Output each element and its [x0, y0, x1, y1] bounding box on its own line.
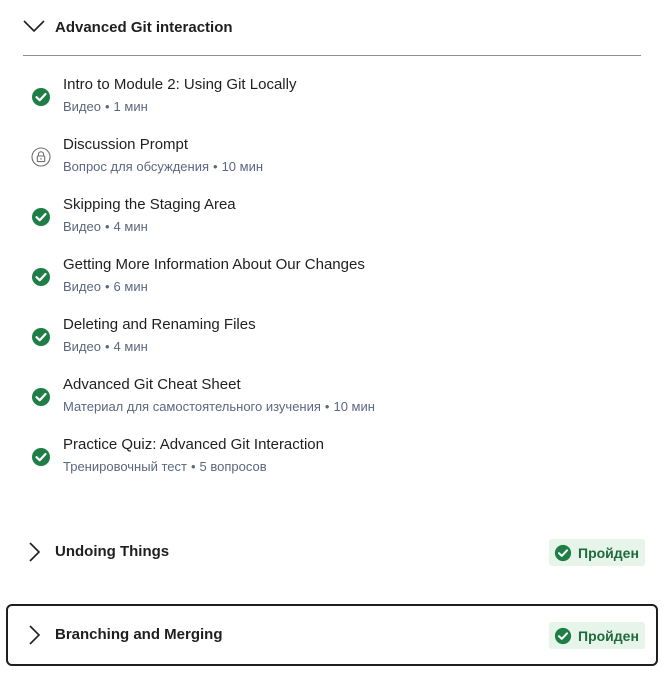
lesson-duration: 1 мин	[113, 99, 148, 114]
check-circle-icon	[32, 448, 50, 466]
chevron-right-icon	[29, 625, 41, 645]
separator: •	[104, 279, 110, 294]
check-circle-icon	[32, 328, 50, 346]
lesson-meta: Тренировочный тест • 5 вопросов	[63, 459, 267, 474]
separator: •	[104, 99, 110, 114]
lesson-meta: Видео • 6 мин	[63, 279, 148, 294]
lesson-type: Видео	[63, 339, 101, 354]
chevron-down-icon	[23, 20, 45, 33]
lesson-title: Advanced Git Cheat Sheet	[63, 376, 241, 393]
separator: •	[324, 399, 330, 414]
module-title: Undoing Things	[55, 543, 170, 560]
lock-icon	[31, 147, 51, 167]
lesson-type: Тренировочный тест	[63, 459, 187, 474]
status-badge: Пройден	[549, 622, 645, 649]
status-badge-label: Пройден	[578, 627, 639, 644]
lesson-duration: 4 мин	[113, 339, 148, 354]
lesson-duration: 6 мин	[113, 279, 148, 294]
section-header[interactable]: Advanced Git interaction	[23, 0, 641, 56]
lesson-meta: Видео • 1 мин	[63, 99, 148, 114]
lesson-meta: Материал для самостоятельного изучения • 1…	[63, 399, 375, 414]
check-circle-icon	[32, 88, 50, 106]
lesson-title: Skipping the Staging Area	[63, 196, 236, 213]
lesson-title: Discussion Prompt	[63, 136, 189, 153]
section-title: Advanced Git interaction	[55, 19, 233, 36]
lesson-item[interactable]: Getting More Information About Our Chang…	[23, 256, 623, 312]
check-circle-icon	[32, 208, 50, 226]
lesson-title: Deleting and Renaming Files	[63, 316, 256, 333]
check-circle-icon	[554, 544, 572, 561]
module-undoing-things[interactable]: Undoing Things Пройден	[23, 534, 645, 570]
separator: •	[104, 219, 110, 234]
module-branching-and-merging[interactable]: Branching and Merging Пройден	[6, 604, 658, 666]
status-badge-label: Пройден	[578, 544, 639, 561]
lesson-item[interactable]: Deleting and Renaming Files Видео • 4 мин	[23, 316, 623, 372]
separator: •	[104, 339, 110, 354]
lesson-meta: Видео • 4 мин	[63, 219, 148, 234]
check-circle-icon	[32, 268, 50, 286]
lesson-item[interactable]: Skipping the Staging Area Видео • 4 мин	[23, 196, 623, 252]
separator: •	[213, 159, 218, 174]
lesson-title: Practice Quiz: Advanced Git Interaction	[63, 436, 324, 453]
lesson-item[interactable]: Practice Quiz: Advanced Git Interaction …	[23, 436, 623, 492]
lesson-item[interactable]: Advanced Git Cheat Sheet Материал для са…	[23, 376, 623, 432]
check-circle-icon	[32, 388, 50, 406]
lesson-title: Getting More Information About Our Chang…	[63, 256, 365, 273]
lesson-type: Материал для самостоятельного изучения	[63, 399, 321, 414]
lesson-duration: 5 вопросов	[199, 459, 267, 474]
lesson-type: Вопрос для обсуждения	[63, 159, 210, 174]
lesson-item[interactable]: Discussion Prompt Вопрос для обсуждения •…	[23, 136, 623, 192]
status-badge: Пройден	[549, 539, 645, 566]
lesson-item[interactable]: Intro to Module 2: Using Git Locally Вид…	[23, 76, 623, 132]
check-circle-icon	[554, 627, 572, 644]
lesson-type: Видео	[63, 99, 101, 114]
lesson-meta: Вопрос для обсуждения • 10 мин	[63, 159, 263, 174]
module-title: Branching and Merging	[55, 626, 223, 643]
lesson-type: Видео	[63, 279, 101, 294]
lesson-duration: 10 мин	[333, 399, 375, 414]
lesson-duration: 4 мин	[113, 219, 148, 234]
lesson-type: Видео	[63, 219, 101, 234]
lesson-title: Intro to Module 2: Using Git Locally	[63, 76, 297, 93]
chevron-right-icon	[29, 542, 41, 562]
lesson-duration: 10 мин	[221, 159, 264, 174]
separator: •	[190, 459, 196, 474]
lesson-meta: Видео • 4 мин	[63, 339, 148, 354]
